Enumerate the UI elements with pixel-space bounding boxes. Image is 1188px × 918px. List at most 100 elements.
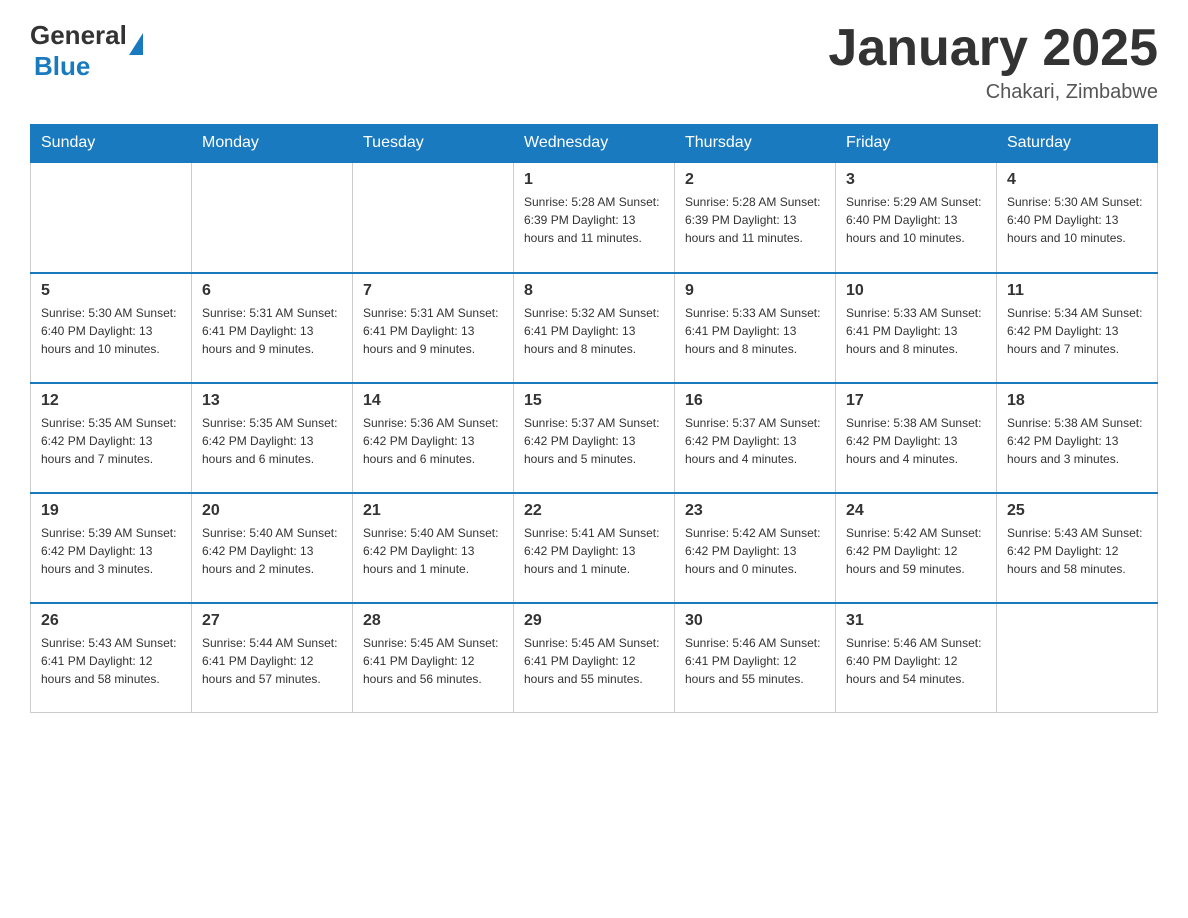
day-info: Sunrise: 5:30 AM Sunset: 6:40 PM Dayligh…	[1007, 193, 1147, 247]
day-number: 31	[846, 612, 986, 630]
table-row: 25 Sunrise: 5:43 AM Sunset: 6:42 PM Dayli…	[997, 493, 1158, 603]
day-number: 25	[1007, 502, 1147, 520]
table-row: 18 Sunrise: 5:38 AM Sunset: 6:42 PM Dayli…	[997, 383, 1158, 493]
day-number: 6	[202, 282, 342, 300]
day-number: 13	[202, 392, 342, 410]
day-number: 12	[41, 392, 181, 410]
table-row: 19Sunrise: 5:39 AM Sunset: 6:42 PM Dayli…	[31, 493, 192, 603]
table-row: 5Sunrise: 5:30 AM Sunset: 6:40 PM Daylig…	[31, 273, 192, 383]
day-number: 5	[41, 282, 181, 300]
table-row: 11 Sunrise: 5:34 AM Sunset: 6:42 PM Dayli…	[997, 273, 1158, 383]
table-row: 14 Sunrise: 5:36 AM Sunset: 6:42 PM Dayli…	[353, 383, 514, 493]
header: General Blue January 2025 Chakari, Zimba…	[30, 20, 1158, 104]
day-info: Sunrise: 5:45 AM Sunset: 6:41 PM Dayligh…	[363, 634, 503, 688]
day-info: Sunrise: 5:38 AM Sunset: 6:42 PM Dayligh…	[846, 414, 986, 468]
table-row: 13 Sunrise: 5:35 AM Sunset: 6:42 PM Dayli…	[192, 383, 353, 493]
day-number: 10	[846, 282, 986, 300]
day-info: Sunrise: 5:34 AM Sunset: 6:42 PM Dayligh…	[1007, 304, 1147, 358]
table-row: 16 Sunrise: 5:37 AM Sunset: 6:42 PM Dayli…	[675, 383, 836, 493]
day-info: Sunrise: 5:31 AM Sunset: 6:41 PM Dayligh…	[363, 304, 503, 358]
calendar-title: January 2025	[828, 20, 1158, 77]
day-number: 7	[363, 282, 503, 300]
title-area: January 2025 Chakari, Zimbabwe	[828, 20, 1158, 104]
day-number: 11	[1007, 282, 1147, 300]
table-row: 21 Sunrise: 5:40 AM Sunset: 6:42 PM Dayli…	[353, 493, 514, 603]
calendar-header-row: Sunday Monday Tuesday Wednesday Thursday…	[31, 124, 1158, 163]
table-row: 12 Sunrise: 5:35 AM Sunset: 6:42 PM Dayli…	[31, 383, 192, 493]
logo-general-text: General	[30, 20, 127, 51]
table-row: 30 Sunrise: 5:46 AM Sunset: 6:41 PM Dayli…	[675, 603, 836, 713]
day-info: Sunrise: 5:33 AM Sunset: 6:41 PM Dayligh…	[685, 304, 825, 358]
day-number: 23	[685, 502, 825, 520]
table-row: 27Sunrise: 5:44 AM Sunset: 6:41 PM Dayli…	[192, 603, 353, 713]
table-row	[997, 603, 1158, 713]
day-number: 2	[685, 171, 825, 189]
day-number: 4	[1007, 171, 1147, 189]
table-row: 22 Sunrise: 5:41 AM Sunset: 6:42 PM Dayli…	[514, 493, 675, 603]
day-info: Sunrise: 5:37 AM Sunset: 6:42 PM Dayligh…	[685, 414, 825, 468]
calendar-row: 1 Sunrise: 5:28 AM Sunset: 6:39 PM Daylig…	[31, 163, 1158, 273]
calendar-row: 12 Sunrise: 5:35 AM Sunset: 6:42 PM Dayli…	[31, 383, 1158, 493]
day-info: Sunrise: 5:35 AM Sunset: 6:42 PM Dayligh…	[41, 414, 181, 468]
day-info: Sunrise: 5:32 AM Sunset: 6:41 PM Dayligh…	[524, 304, 664, 358]
logo-blue-text: Blue	[34, 51, 90, 82]
day-info: Sunrise: 5:33 AM Sunset: 6:41 PM Dayligh…	[846, 304, 986, 358]
day-number: 24	[846, 502, 986, 520]
table-row: 4 Sunrise: 5:30 AM Sunset: 6:40 PM Daylig…	[997, 163, 1158, 273]
day-number: 9	[685, 282, 825, 300]
col-friday: Friday	[836, 124, 997, 163]
col-sunday: Sunday	[31, 124, 192, 163]
table-row	[192, 163, 353, 273]
day-number: 16	[685, 392, 825, 410]
table-row: 10 Sunrise: 5:33 AM Sunset: 6:41 PM Dayli…	[836, 273, 997, 383]
day-info: Sunrise: 5:35 AM Sunset: 6:42 PM Dayligh…	[202, 414, 342, 468]
day-number: 14	[363, 392, 503, 410]
col-thursday: Thursday	[675, 124, 836, 163]
day-info: Sunrise: 5:46 AM Sunset: 6:41 PM Dayligh…	[685, 634, 825, 688]
day-info: Sunrise: 5:44 AM Sunset: 6:41 PM Dayligh…	[202, 634, 342, 688]
day-number: 22	[524, 502, 664, 520]
calendar-row: 19Sunrise: 5:39 AM Sunset: 6:42 PM Dayli…	[31, 493, 1158, 603]
col-saturday: Saturday	[997, 124, 1158, 163]
table-row: 28 Sunrise: 5:45 AM Sunset: 6:41 PM Dayli…	[353, 603, 514, 713]
day-number: 26	[41, 612, 181, 630]
day-number: 28	[363, 612, 503, 630]
calendar-table: Sunday Monday Tuesday Wednesday Thursday…	[30, 124, 1158, 713]
day-number: 3	[846, 171, 986, 189]
table-row: 26Sunrise: 5:43 AM Sunset: 6:41 PM Dayli…	[31, 603, 192, 713]
table-row	[31, 163, 192, 273]
table-row	[353, 163, 514, 273]
day-number: 30	[685, 612, 825, 630]
day-number: 17	[846, 392, 986, 410]
logo: General Blue	[30, 20, 143, 82]
day-number: 19	[41, 502, 181, 520]
table-row: 3Sunrise: 5:29 AM Sunset: 6:40 PM Daylig…	[836, 163, 997, 273]
day-info: Sunrise: 5:45 AM Sunset: 6:41 PM Dayligh…	[524, 634, 664, 688]
table-row: 8 Sunrise: 5:32 AM Sunset: 6:41 PM Daylig…	[514, 273, 675, 383]
table-row: 2 Sunrise: 5:28 AM Sunset: 6:39 PM Daylig…	[675, 163, 836, 273]
table-row: 9 Sunrise: 5:33 AM Sunset: 6:41 PM Daylig…	[675, 273, 836, 383]
day-info: Sunrise: 5:40 AM Sunset: 6:42 PM Dayligh…	[363, 524, 503, 578]
day-info: Sunrise: 5:41 AM Sunset: 6:42 PM Dayligh…	[524, 524, 664, 578]
day-number: 29	[524, 612, 664, 630]
day-number: 20	[202, 502, 342, 520]
day-info: Sunrise: 5:37 AM Sunset: 6:42 PM Dayligh…	[524, 414, 664, 468]
table-row: 6Sunrise: 5:31 AM Sunset: 6:41 PM Daylig…	[192, 273, 353, 383]
day-number: 1	[524, 171, 664, 189]
day-info: Sunrise: 5:40 AM Sunset: 6:42 PM Dayligh…	[202, 524, 342, 578]
table-row: 17 Sunrise: 5:38 AM Sunset: 6:42 PM Dayli…	[836, 383, 997, 493]
day-number: 18	[1007, 392, 1147, 410]
day-info: Sunrise: 5:36 AM Sunset: 6:42 PM Dayligh…	[363, 414, 503, 468]
day-number: 8	[524, 282, 664, 300]
day-number: 21	[363, 502, 503, 520]
col-wednesday: Wednesday	[514, 124, 675, 163]
table-row: 7 Sunrise: 5:31 AM Sunset: 6:41 PM Daylig…	[353, 273, 514, 383]
day-info: Sunrise: 5:38 AM Sunset: 6:42 PM Dayligh…	[1007, 414, 1147, 468]
table-row: 20 Sunrise: 5:40 AM Sunset: 6:42 PM Dayli…	[192, 493, 353, 603]
table-row: 31Sunrise: 5:46 AM Sunset: 6:40 PM Dayli…	[836, 603, 997, 713]
col-tuesday: Tuesday	[353, 124, 514, 163]
day-number: 15	[524, 392, 664, 410]
day-info: Sunrise: 5:28 AM Sunset: 6:39 PM Dayligh…	[685, 193, 825, 247]
table-row: 24Sunrise: 5:42 AM Sunset: 6:42 PM Dayli…	[836, 493, 997, 603]
day-info: Sunrise: 5:43 AM Sunset: 6:42 PM Dayligh…	[1007, 524, 1147, 578]
